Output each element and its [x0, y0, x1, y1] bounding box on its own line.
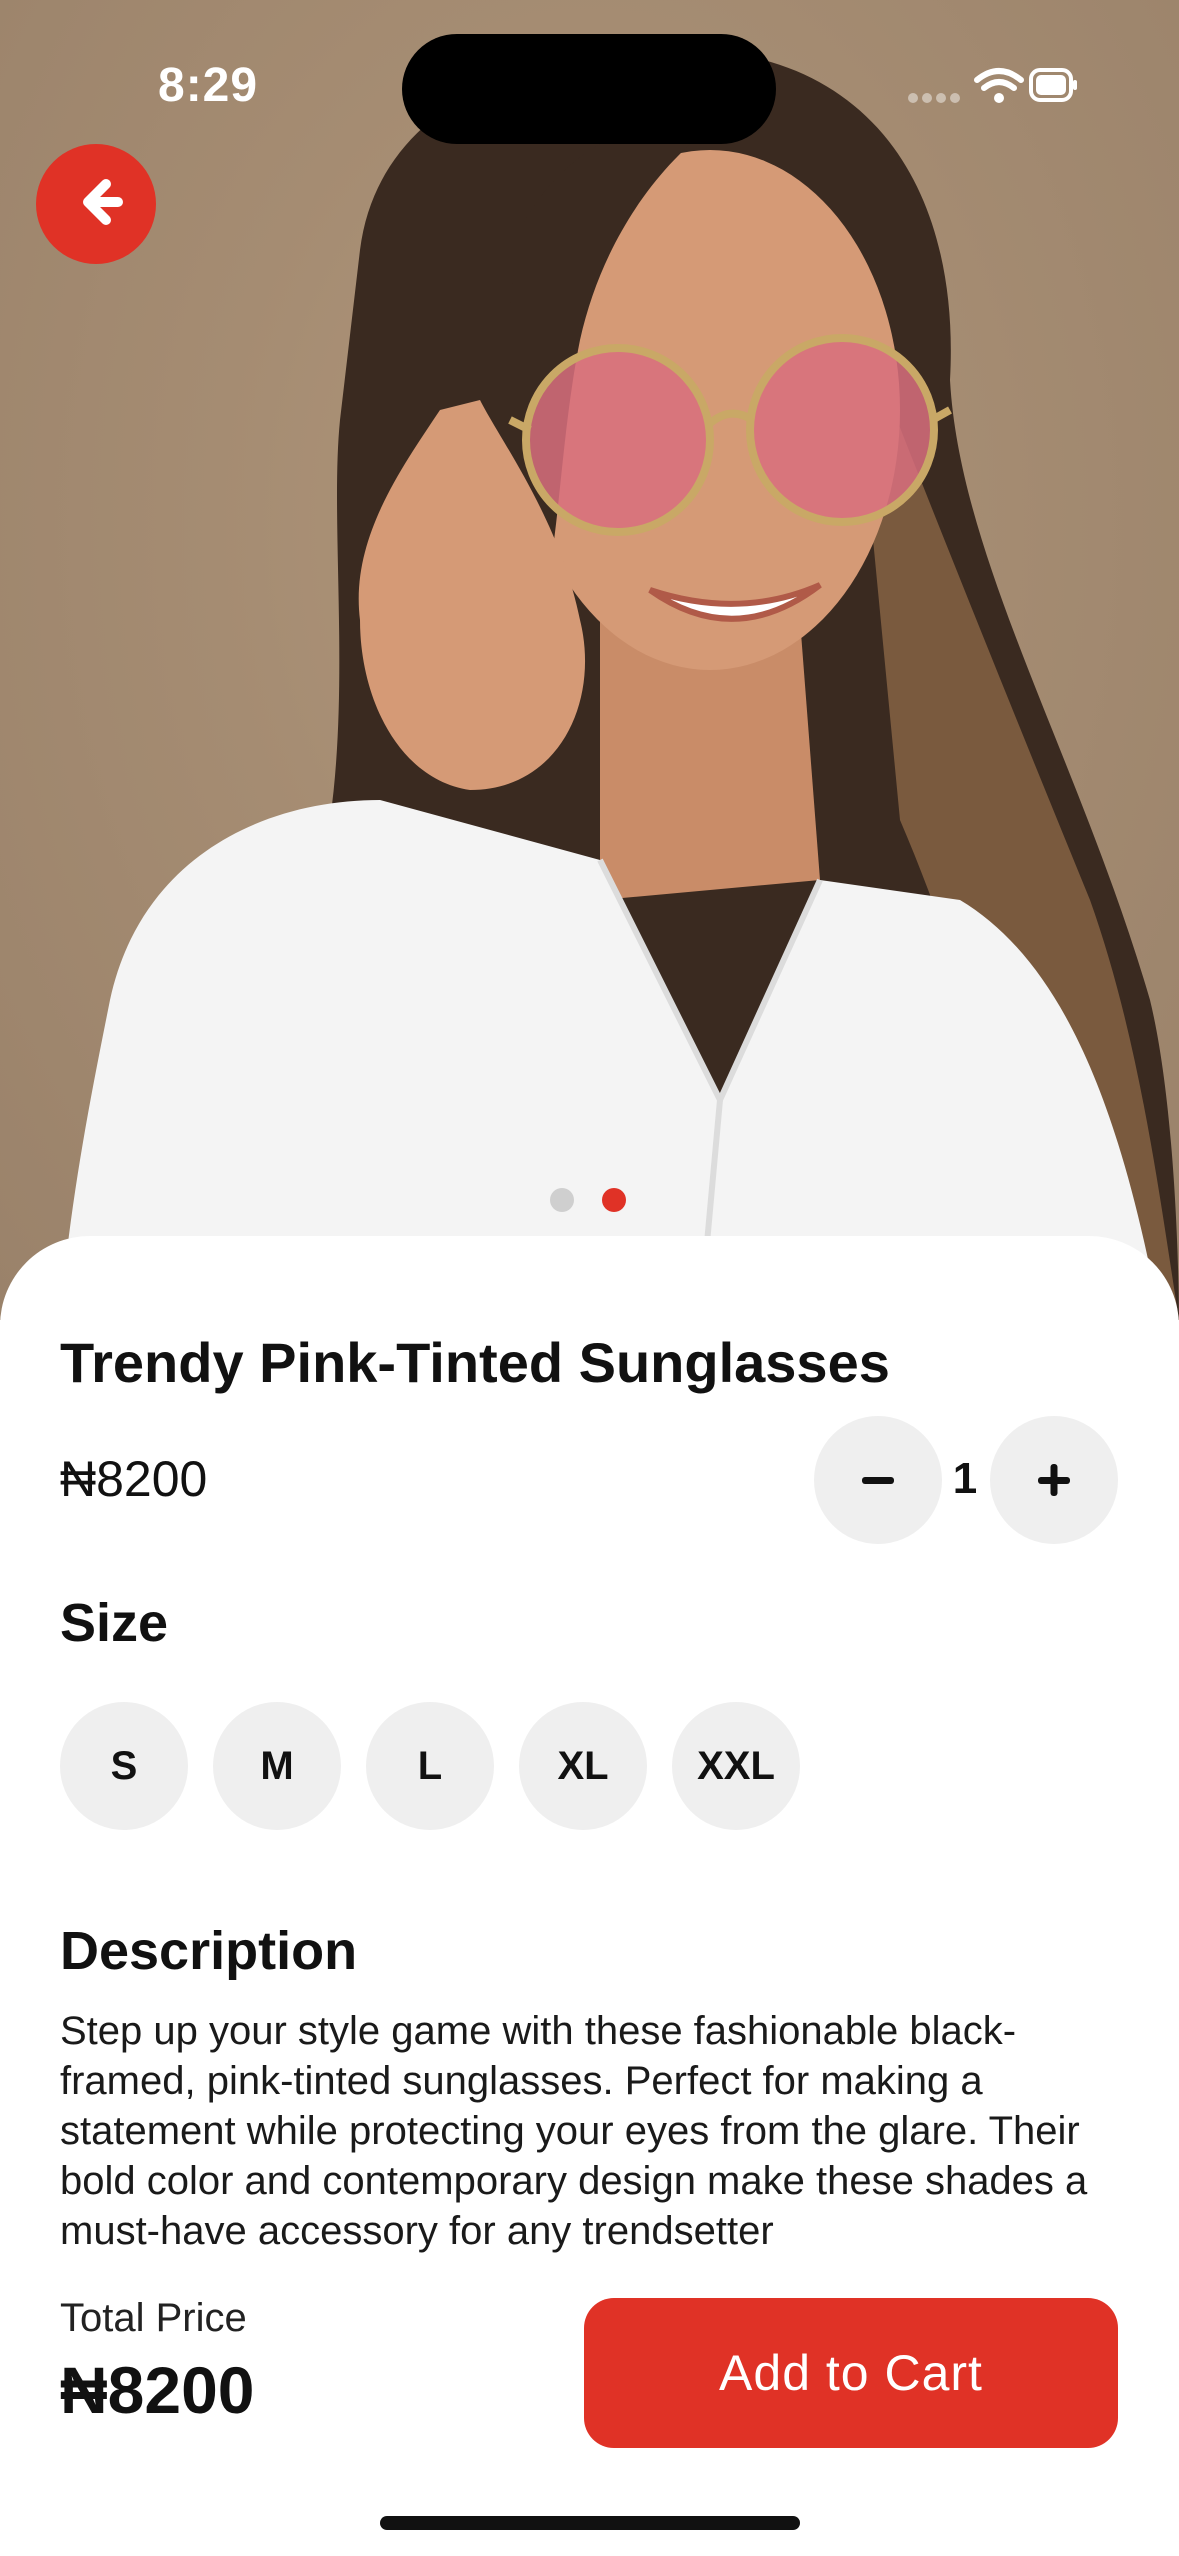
add-to-cart-button[interactable]: Add to Cart [584, 2298, 1118, 2448]
status-time: 8:29 [158, 59, 259, 112]
pagination-dot-active[interactable] [602, 1188, 626, 1212]
size-option-xl[interactable]: XL [519, 1702, 647, 1830]
size-heading: Size [60, 1593, 169, 1653]
pagination-dot[interactable] [550, 1188, 574, 1212]
increment-button[interactable] [990, 1416, 1118, 1544]
signal-icon [908, 93, 960, 103]
total-price-label: Total Price [60, 2296, 247, 2340]
product-price: ₦8200 [60, 1451, 208, 1507]
description-scroll[interactable]: Step up your style game with these fashi… [60, 2006, 1140, 2256]
status-icons [907, 62, 1077, 112]
wifi-icon [974, 68, 1024, 103]
quantity-value: 1 [952, 1454, 978, 1503]
battery-icon [1029, 68, 1077, 102]
description-text: Step up your style game with these fashi… [60, 2009, 1088, 2253]
image-pagination [550, 1188, 630, 1212]
product-image: 8:29 [0, 0, 1179, 1320]
back-arrow-icon [83, 179, 123, 225]
size-option-s[interactable]: S [60, 1702, 188, 1830]
minus-icon [862, 1477, 894, 1484]
plus-icon [1038, 1464, 1070, 1496]
description-heading: Description [60, 1921, 358, 1981]
product-photo-illustration [60, 48, 1179, 1320]
back-button[interactable] [36, 144, 156, 264]
size-option-m[interactable]: M [213, 1702, 341, 1830]
dynamic-island [402, 34, 776, 144]
size-option-l[interactable]: L [366, 1702, 494, 1830]
product-title: Trendy Pink-Tinted Sunglasses [60, 1331, 890, 1394]
size-option-xxl[interactable]: XXL [672, 1702, 800, 1830]
decrement-button[interactable] [814, 1416, 942, 1544]
home-indicator[interactable] [380, 2516, 800, 2530]
total-price-value: ₦8200 [60, 2353, 255, 2427]
